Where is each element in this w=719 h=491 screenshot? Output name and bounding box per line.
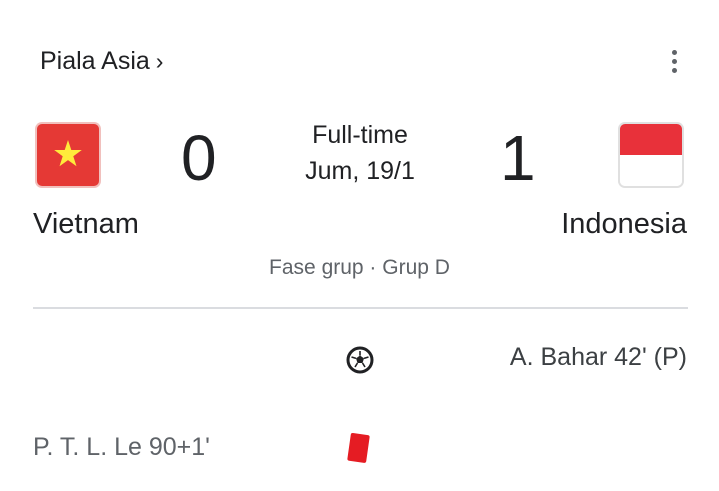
divider <box>33 307 688 309</box>
event-goal-text: A. Bahar 42' (P) <box>509 343 687 371</box>
header: Piala Asia › <box>40 44 163 78</box>
away-score: 1 <box>500 122 536 194</box>
vietnam-flag-icon <box>37 124 99 186</box>
match-status: Full-time <box>312 121 408 149</box>
red-card-icon <box>347 433 370 463</box>
indonesia-flag-icon <box>620 124 682 186</box>
home-score: 0 <box>181 122 217 194</box>
competition-name: Piala Asia <box>40 46 150 75</box>
away-team-name[interactable]: Indonesia <box>561 208 687 241</box>
competition-link[interactable]: Piala Asia › <box>40 47 163 76</box>
event-red-card-text: P. T. L. Le 90+1' <box>33 433 210 461</box>
chevron-right-icon: › <box>155 47 164 74</box>
match-stage: Fase grup · Grup D <box>269 256 450 279</box>
more-vert-icon[interactable] <box>660 44 688 78</box>
home-team-name[interactable]: Vietnam <box>33 208 139 241</box>
soccer-ball-icon <box>346 346 374 374</box>
match-date: Jum, 19/1 <box>305 157 415 185</box>
